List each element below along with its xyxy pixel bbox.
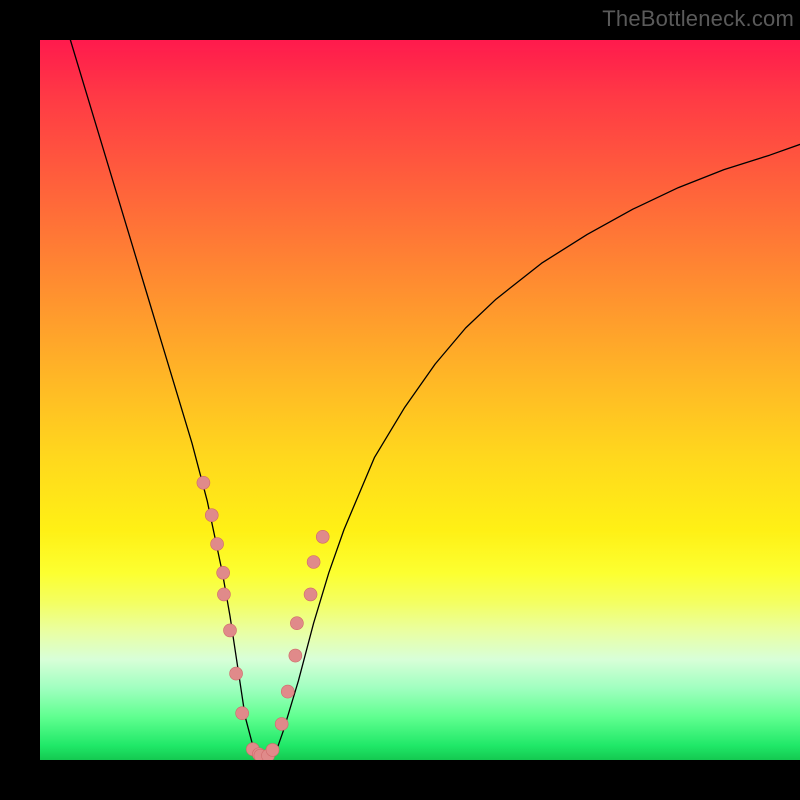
marker-dot (275, 718, 288, 731)
marker-dot (217, 588, 230, 601)
marker-dot (307, 556, 320, 569)
marker-dots (197, 476, 329, 760)
marker-dot (290, 617, 303, 630)
watermark-text: TheBottleneck.com (602, 6, 794, 32)
chart-frame: TheBottleneck.com (0, 0, 800, 800)
chart-overlay (40, 40, 800, 760)
marker-dot (211, 538, 224, 551)
marker-dot (217, 566, 230, 579)
plot-area (40, 40, 800, 760)
marker-dot (289, 649, 302, 662)
marker-dot (197, 476, 210, 489)
marker-dot (304, 588, 317, 601)
marker-dot (281, 685, 294, 698)
curve-line (70, 40, 800, 757)
marker-dot (224, 624, 237, 637)
marker-dot (205, 509, 218, 522)
marker-dot (230, 667, 243, 680)
marker-dot (266, 743, 279, 756)
marker-dot (236, 707, 249, 720)
marker-dot (316, 530, 329, 543)
